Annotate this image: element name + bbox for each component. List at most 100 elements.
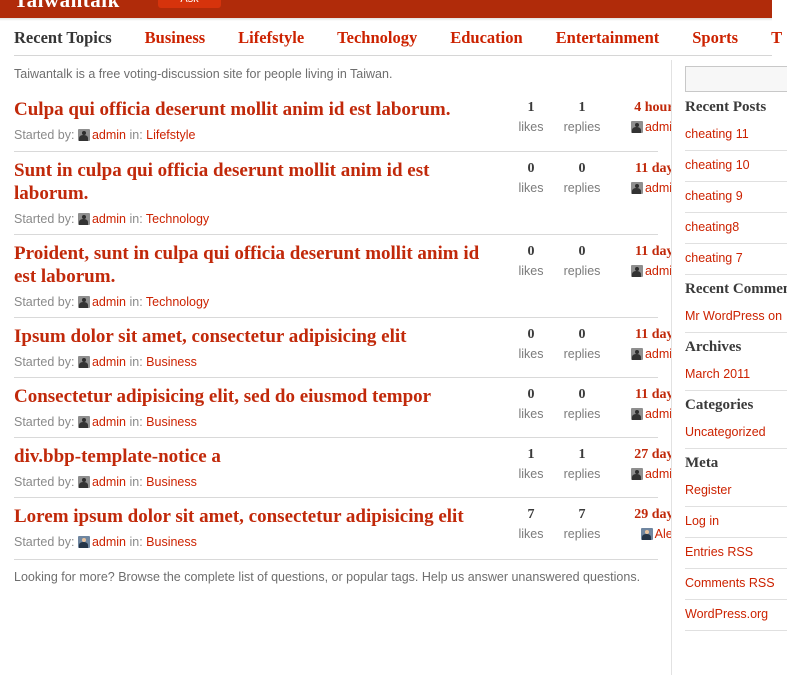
nav-item-recent-topics[interactable]: Recent Topics	[14, 21, 112, 55]
nav-item-business[interactable]: Business	[145, 21, 206, 55]
topic-title-link[interactable]: Lorem ipsum dolor sit amet, consectetur …	[14, 505, 504, 528]
topic-title-link[interactable]: Consectetur adipisicing elit, sed do eiu…	[14, 385, 504, 408]
freshness-author: admin	[611, 404, 672, 424]
topic-stats: 0 likes 0 replies 11 days admin	[509, 386, 672, 424]
topic-author-link[interactable]: admin	[92, 295, 126, 309]
nav-item-entertainment[interactable]: Entertainment	[556, 21, 660, 55]
primary-nav: Recent Topics Business Lifefstyle Technolog…	[0, 21, 787, 55]
widget-list-item: WordPress.org	[685, 600, 787, 631]
topic-author-link[interactable]: admin	[92, 535, 126, 549]
freshness-author-link[interactable]: admin	[645, 467, 672, 481]
freshness-time[interactable]: 4 hours	[611, 99, 672, 117]
freshness-time[interactable]: 11 days	[611, 326, 672, 344]
author-avatar-icon	[77, 296, 90, 308]
likes-stat: 7 likes	[509, 506, 553, 544]
widget-link[interactable]: March 2011	[685, 367, 750, 381]
nav-item-sports[interactable]: Sports	[692, 21, 738, 55]
widget-link[interactable]: cheating 11	[685, 127, 749, 141]
replies-label: replies	[563, 527, 601, 541]
nav-item-t[interactable]: T	[771, 21, 782, 55]
started-by-label: Started by:	[14, 475, 75, 489]
likes-label: likes	[518, 527, 544, 541]
topic-forum-link[interactable]: Lifefstyle	[146, 128, 195, 142]
topic-row: Sunt in culpa qui officia deserunt molli…	[14, 151, 672, 234]
likes-stat: 0 likes	[509, 243, 553, 281]
widget-link[interactable]: cheating 7	[685, 251, 743, 265]
freshness-author-link[interactable]: admin	[645, 347, 672, 361]
search-input[interactable]	[685, 66, 787, 92]
main-content: Taiwantalk is a free voting-discussion s…	[0, 60, 672, 675]
widget-title-archives: Archives	[685, 339, 742, 355]
in-label: in:	[129, 295, 143, 309]
replies-count: 1	[578, 447, 586, 462]
widget-link[interactable]: Register	[685, 483, 732, 497]
replies-label: replies	[563, 407, 601, 421]
topic-forum-link[interactable]: Business	[146, 535, 197, 549]
replies-count: 7	[578, 507, 586, 522]
topic-title-link[interactable]: Culpa qui officia deserunt mollit anim i…	[14, 98, 504, 121]
widget-link[interactable]: Mr WordPress on	[685, 309, 782, 323]
topic-author-link[interactable]: admin	[92, 355, 126, 369]
topic-forum-link[interactable]: Business	[146, 475, 197, 489]
topic-forum-link[interactable]: Technology	[146, 295, 209, 309]
widget-link[interactable]: Uncategorized	[685, 425, 766, 439]
likes-label: likes	[518, 264, 544, 278]
nav-item-education[interactable]: Education	[450, 21, 522, 55]
topic-forum-link[interactable]: Technology	[146, 212, 209, 226]
freshness-author-link[interactable]: admin	[645, 120, 672, 134]
freshness-author-link[interactable]: admin	[645, 407, 672, 421]
freshness-author-link[interactable]: Alex	[655, 527, 672, 541]
nav-item-technology[interactable]: Technology	[337, 21, 417, 55]
ask-button[interactable]: Ask	[158, 0, 221, 8]
topic-main-column: Lorem ipsum dolor sit amet, consectetur …	[14, 505, 504, 550]
widget-link[interactable]: cheating8	[685, 220, 739, 234]
topic-author-link[interactable]: admin	[92, 415, 126, 429]
site-logo[interactable]: Taiwantalk	[14, 0, 120, 13]
topic-title-link[interactable]: Sunt in culpa qui officia deserunt molli…	[14, 159, 504, 205]
freshness-stat: 4 hours admin	[611, 99, 672, 137]
author-avatar-icon	[77, 536, 90, 548]
widget-title-meta: Meta	[685, 455, 719, 471]
widget-list-item: cheating 11	[685, 120, 787, 151]
freshness-author-link[interactable]: admin	[645, 181, 672, 195]
topic-author-link[interactable]: admin	[92, 128, 126, 142]
replies-stat: 0 replies	[553, 386, 611, 424]
likes-label: likes	[518, 347, 544, 361]
freshness-time[interactable]: 11 days	[611, 386, 672, 404]
freshness-time[interactable]: 11 days	[611, 160, 672, 178]
freshness-stat: 11 days admin	[611, 243, 672, 281]
topic-forum-link[interactable]: Business	[146, 415, 197, 429]
widget-link[interactable]: WordPress.org	[685, 607, 768, 621]
topic-stats: 7 likes 7 replies 29 days Alex	[509, 506, 672, 544]
widget-link[interactable]: Entries RSS	[685, 545, 753, 559]
topic-meta: Started by: admin in: Technology	[14, 294, 504, 310]
likes-stat: 0 likes	[509, 160, 553, 198]
freshness-stat: 29 days Alex	[611, 506, 672, 544]
started-by-label: Started by:	[14, 355, 75, 369]
freshness-time[interactable]: 11 days	[611, 243, 672, 261]
nav-item-lifefstyle[interactable]: Lifefstyle	[238, 21, 304, 55]
topic-title-link[interactable]: Proident, sunt in culpa qui officia dese…	[14, 242, 504, 288]
site-header-bar: Taiwantalk Ask	[0, 0, 772, 18]
widget-link[interactable]: Log in	[685, 514, 719, 528]
topic-author-link[interactable]: admin	[92, 475, 126, 489]
widget-link[interactable]: cheating 9	[685, 189, 743, 203]
freshness-time[interactable]: 27 days	[611, 446, 672, 464]
topic-title-link[interactable]: Ipsum dolor sit amet, consectetur adipis…	[14, 325, 504, 348]
topic-author-link[interactable]: admin	[92, 212, 126, 226]
widget-link[interactable]: Comments RSS	[685, 576, 775, 590]
topic-title-link[interactable]: div.bbp-template-notice a	[14, 445, 504, 468]
freshness-author-link[interactable]: admin	[645, 264, 672, 278]
topic-row: Ipsum dolor sit amet, consectetur adipis…	[14, 317, 672, 377]
replies-label: replies	[563, 120, 601, 134]
freshness-time[interactable]: 29 days	[611, 506, 672, 524]
widget-link[interactable]: cheating 10	[685, 158, 750, 172]
topic-stats: 1 likes 1 replies 27 days admin	[509, 446, 672, 484]
widget-list-item: Log in	[685, 507, 787, 538]
replies-count: 0	[578, 387, 586, 402]
widget-list: cheating 11 cheating 10 cheating 9 cheating…	[685, 120, 787, 275]
author-avatar-icon	[77, 416, 90, 428]
in-label: in:	[129, 415, 143, 429]
topic-main-column: Consectetur adipisicing elit, sed do eiu…	[14, 385, 504, 430]
topic-forum-link[interactable]: Business	[146, 355, 197, 369]
